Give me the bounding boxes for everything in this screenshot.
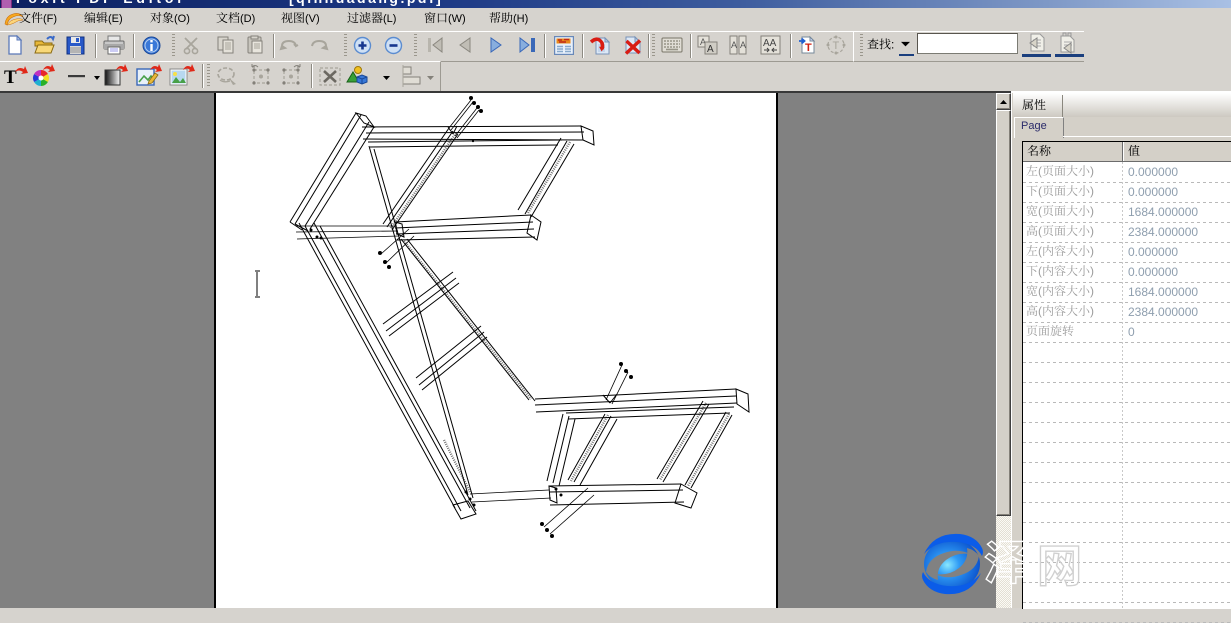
svg-text:(L): (L) (383, 13, 396, 25)
svg-text:(: ( (1038, 284, 1042, 298)
svg-text::: : (891, 38, 894, 52)
svg-text:): ) (1090, 304, 1094, 318)
svg-text:(H): (H) (513, 13, 528, 25)
svg-text:(: ( (1038, 304, 1042, 318)
svg-text:A: A (740, 40, 746, 50)
svg-text:(F): (F) (43, 13, 57, 25)
svg-text:(O): (O) (174, 13, 190, 25)
svg-text:T: T (805, 42, 812, 54)
svg-text:): ) (1090, 284, 1094, 298)
svg-text:): ) (1090, 224, 1094, 238)
svg-text:T: T (4, 67, 17, 88)
svg-text:): ) (1090, 184, 1094, 198)
svg-text:): ) (1090, 264, 1094, 278)
svg-text:(E): (E) (108, 13, 123, 25)
svg-text:(: ( (1038, 184, 1042, 198)
svg-text:(D): (D) (240, 13, 255, 25)
svg-text:AA: AA (763, 38, 777, 49)
svg-text:A: A (707, 44, 714, 55)
svg-text:T: T (833, 40, 840, 52)
svg-text:(: ( (1038, 204, 1042, 218)
svg-text:(: ( (1038, 264, 1042, 278)
svg-text:(: ( (1038, 164, 1042, 178)
svg-text:): ) (1090, 164, 1094, 178)
svg-text:(: ( (1038, 224, 1042, 238)
svg-text:): ) (1090, 204, 1094, 218)
svg-text:): ) (1090, 244, 1094, 258)
svg-text:(W): (W) (448, 13, 466, 25)
svg-text:(V): (V) (305, 13, 320, 25)
svg-text:(: ( (1038, 244, 1042, 258)
svg-text:A: A (731, 40, 737, 50)
